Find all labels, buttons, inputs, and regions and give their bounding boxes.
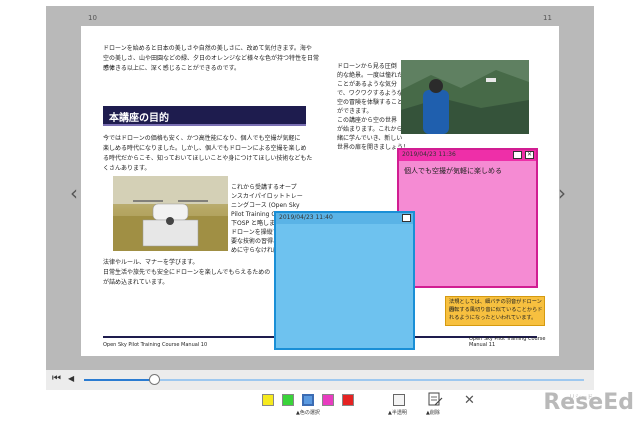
color-swatch-blue[interactable]	[302, 394, 314, 406]
sticky-note-pink-text[interactable]: 個人でも空撮が気軽に楽しめる	[399, 161, 536, 181]
slider-knob[interactable]	[149, 374, 160, 385]
page-slider-bar: ⏮ ◀	[46, 370, 594, 390]
color-swatch-red[interactable]	[342, 394, 354, 406]
minimize-icon[interactable]	[513, 151, 522, 159]
right-page-footer: Open Sky Pilot Training Course Manual 11	[469, 336, 546, 348]
sticky-note-pink[interactable]: 2019/04/23 11:36 ✕ 個人でも空撮が気軽に楽しめる	[397, 148, 538, 288]
slider-fill	[84, 379, 154, 381]
sticky-note-blue-text[interactable]	[276, 224, 413, 234]
step-back-icon[interactable]: ◀	[68, 374, 74, 383]
purpose-line-2: 楽しめる時代になりました。しかし、個人でもドローンによる空撮を楽しめ	[103, 145, 307, 152]
skip-start-icon[interactable]: ⏮	[52, 373, 61, 384]
next-page-arrow[interactable]: ›	[558, 181, 566, 205]
purpose-line-4: くさんあります。	[103, 165, 151, 172]
right-page-number: 11	[543, 14, 552, 22]
left-page-footer: Open Sky Pilot Training Course Manual 10	[103, 342, 208, 348]
brand-logo: ReseEd	[543, 390, 634, 415]
color-select-label: ▲色の選択	[296, 410, 320, 416]
color-swatch-yellow[interactable]	[262, 394, 274, 406]
transparency-icon[interactable]	[393, 394, 405, 406]
daily-line-2: が詰め込まれています。	[103, 279, 169, 286]
color-swatch-green[interactable]	[282, 394, 294, 406]
sticky-note-pink-timestamp: 2019/04/23 11:36	[402, 151, 456, 158]
intro-line-3: 感できる以上に、深く感じることができるのです。	[103, 65, 240, 72]
left-page-number: 10	[88, 14, 97, 22]
close-icon[interactable]: ✕	[525, 151, 534, 159]
purpose-line-1: 今ではドローンの価格も安く、かつ高性能になり、個人でも空撮が気軽に	[103, 135, 301, 142]
transparency-label: ▲半透明	[388, 410, 407, 416]
daily-line-1: 日常生活や旅先でも安全にドローンを楽しんでもらえるための	[103, 269, 271, 276]
sticky-note-pink-titlebar[interactable]: 2019/04/23 11:36 ✕	[399, 150, 536, 161]
delete-icon[interactable]	[427, 391, 443, 407]
close-icon[interactable]: ✕	[464, 393, 475, 408]
delete-label: ▲削除	[426, 410, 440, 416]
drone-photo	[113, 176, 228, 251]
minimize-icon[interactable]	[402, 214, 411, 222]
prev-page-arrow[interactable]: ‹	[70, 181, 78, 205]
sticky-note-blue-timestamp: 2019/04/23 11:40	[279, 214, 333, 221]
color-swatch-pink[interactable]	[322, 394, 334, 406]
hiker-photo	[401, 60, 529, 134]
intro-line-1: ドローンを始めると日本の美しさや自然の美しさに、改めて気付きます。海や	[103, 45, 312, 52]
sticky-note-blue-titlebar[interactable]: 2019/04/23 11:40	[276, 213, 413, 224]
purpose-line-3: る時代だからこそ、知っておいてほしいことや身につけてほしい技術などもた	[103, 155, 313, 162]
section-heading: 本講座の目的	[103, 106, 306, 126]
rules-line: 法律やルール、マナーを学びます。	[103, 259, 199, 266]
orange-callout: 法規としては、細バチの羽音がドローンの 回転する風切り音に似ていることからド れ…	[445, 296, 545, 326]
sticky-note-blue[interactable]: 2019/04/23 11:40	[274, 211, 415, 350]
